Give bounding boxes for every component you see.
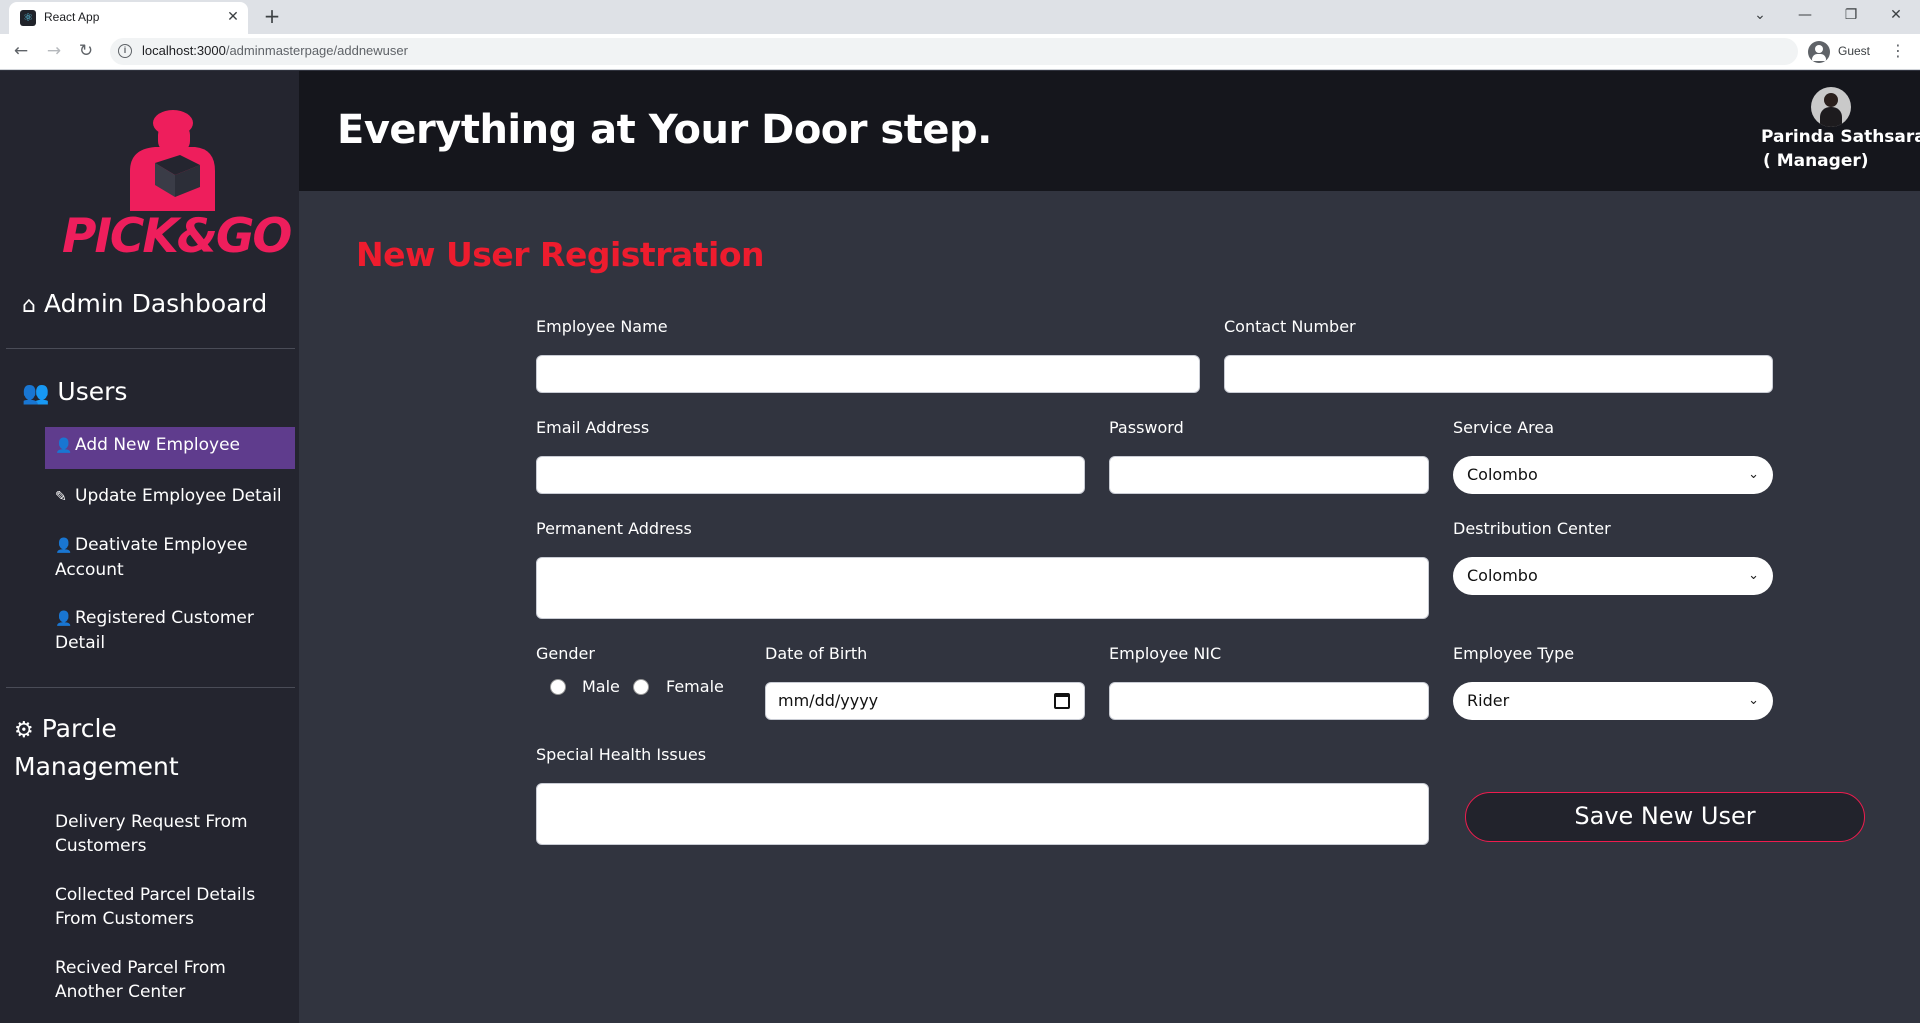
sidebar-item-label: Registered Customer Detail [55, 608, 254, 653]
sidebar-item-label: Delivery Request From Customers [55, 812, 248, 856]
sidebar-divider [6, 687, 295, 688]
browser-menu-icon[interactable]: ⋮ [1890, 40, 1906, 64]
chevron-down-icon: ⌄ [1748, 568, 1759, 583]
avatar[interactable] [1811, 87, 1851, 127]
browser-tab[interactable]: ⚛ React App ✕ [9, 2, 248, 34]
user-minus-icon: 👤 [55, 538, 73, 554]
sidebar-item-received-parcel[interactable]: Recived Parcel From Another Center [55, 956, 290, 1004]
reload-icon[interactable]: ↻ [74, 40, 98, 64]
employee-type-select[interactable]: Rider ⌄ [1453, 682, 1773, 720]
back-arrow-icon[interactable]: ← [9, 40, 33, 64]
logo-text: PICK&GO [62, 209, 292, 264]
edit-icon: ✎ [55, 489, 67, 505]
service-area-label: Service Area [1453, 418, 1555, 437]
gender-label: Gender [536, 644, 595, 663]
users-heading: 👥 Users [22, 377, 127, 406]
distribution-center-select[interactable]: Colombo ⌄ [1453, 557, 1773, 595]
admin-dashboard-label: Admin Dashboard [43, 289, 268, 318]
gender-female-radio[interactable] [633, 679, 649, 695]
url-text[interactable]: localhost:3000/adminmasterpage/addnewuse… [142, 43, 408, 58]
minimize-button[interactable]: — [1790, 4, 1820, 28]
browser-toolbar: ← → ↻ i localhost:3000/adminmasterpage/a… [0, 34, 1920, 70]
dob-label: Date of Birth [765, 644, 868, 663]
admin-dashboard-link[interactable]: ⌂ Admin Dashboard [22, 289, 267, 318]
health-issues-label: Special Health Issues [536, 745, 707, 764]
pickgo-logo: PICK&GO [55, 101, 292, 266]
browser-tab-strip: ⚛ React App ✕ + ⌄ — ❐ ✕ [0, 0, 1920, 34]
sidebar-item-registered-customer[interactable]: 👤 Registered Customer Detail [55, 606, 270, 655]
employee-name-input[interactable] [536, 355, 1200, 393]
parcel-heading-label: Parcle Management [14, 714, 179, 781]
date-of-birth-input[interactable]: mm/dd/yyyy [765, 682, 1085, 720]
distribution-center-value: Colombo [1467, 566, 1538, 585]
form-title: New User Registration [356, 235, 765, 274]
sidebar-divider [6, 348, 295, 349]
profile-label: Guest [1838, 44, 1871, 58]
gender-male-radio[interactable] [550, 679, 566, 695]
gear-icon: ⚙ [14, 718, 34, 743]
restore-button[interactable]: ❐ [1836, 4, 1866, 28]
employee-nic-input[interactable] [1109, 682, 1429, 720]
sidebar-item-deactivate-employee[interactable]: 👤 Deativate Employee Account [55, 533, 255, 582]
sidebar-item-update-employee[interactable]: ✎ Update Employee Detail [55, 484, 305, 509]
calendar-icon[interactable] [1054, 693, 1070, 709]
save-new-user-button[interactable]: Save New User [1465, 792, 1865, 842]
sidebar-item-label: Recived Parcel From Another Center [55, 958, 226, 1002]
sidebar-item-label: Update Employee Detail [75, 486, 282, 506]
page-tagline: Everything at Your Door step. [337, 107, 992, 153]
parcel-management-heading: ⚙ Parcle Management [14, 711, 254, 785]
users-heading-label: Users [57, 377, 128, 406]
tab-close-icon[interactable]: ✕ [223, 7, 243, 27]
top-header: Everything at Your Door step. Parinda Sa… [299, 71, 1920, 191]
health-issues-textarea[interactable] [536, 783, 1429, 845]
chevron-down-icon: ⌄ [1748, 693, 1759, 708]
sidebar-item-collected-parcel[interactable]: Collected Parcel Details From Customers [55, 883, 260, 931]
main-content: New User Registration Employee Name Cont… [299, 191, 1920, 1023]
email-label: Email Address [536, 418, 650, 437]
permanent-address-textarea[interactable] [536, 557, 1429, 619]
user-name: Parinda Sathsara [1761, 127, 1920, 147]
account-circle-icon [1808, 41, 1830, 63]
password-label: Password [1109, 418, 1184, 437]
distribution-center-label: Destribution Center [1453, 519, 1611, 538]
password-input[interactable] [1109, 456, 1429, 494]
chevron-down-icon: ⌄ [1748, 467, 1759, 482]
address-bar[interactable]: i localhost:3000/adminmasterpage/addnewu… [110, 38, 1798, 65]
contact-number-label: Contact Number [1224, 317, 1356, 336]
sidebar: PICK&GO ⌂ Admin Dashboard 👥 Users 👤 Add New… [0, 71, 299, 1023]
sidebar-item-label: Deativate Employee Account [55, 535, 248, 580]
sidebar-item-label: Collected Parcel Details From Customers [55, 885, 256, 929]
gender-female-label: Female [666, 677, 724, 696]
tab-search-icon[interactable]: ⌄ [1745, 4, 1775, 28]
sidebar-item-delivery-request[interactable]: Delivery Request From Customers [55, 810, 260, 858]
employee-nic-label: Employee NIC [1109, 644, 1222, 663]
react-favicon-icon: ⚛ [20, 10, 36, 26]
sidebar-item-label: Add New Employee [75, 435, 240, 455]
close-window-button[interactable]: ✕ [1881, 4, 1911, 28]
new-tab-button[interactable]: + [260, 5, 284, 29]
delivery-man-logo-icon [130, 110, 215, 211]
service-area-select[interactable]: Colombo ⌄ [1453, 456, 1773, 494]
service-area-value: Colombo [1467, 465, 1538, 484]
user-check-icon: 👤 [55, 611, 73, 627]
tab-title: React App [44, 10, 100, 24]
user-plus-icon: 👤 [55, 438, 73, 454]
users-icon: 👥 [22, 381, 50, 406]
url-path: /adminmasterpage/addnewuser [225, 43, 408, 58]
gender-male-label: Male [582, 677, 620, 696]
url-host: localhost:3000 [142, 43, 226, 58]
home-icon: ⌂ [22, 293, 36, 318]
contact-number-input[interactable] [1224, 355, 1773, 393]
sidebar-item-add-new-employee[interactable]: 👤 Add New Employee [45, 427, 295, 469]
forward-arrow-icon[interactable]: → [42, 40, 66, 64]
site-info-icon[interactable]: i [118, 44, 132, 58]
email-input[interactable] [536, 456, 1085, 494]
user-role: ( Manager) [1763, 151, 1869, 171]
employee-type-label: Employee Type [1453, 644, 1575, 663]
employee-type-value: Rider [1467, 691, 1510, 710]
dob-placeholder: mm/dd/yyyy [778, 691, 879, 710]
permanent-address-label: Permanent Address [536, 519, 692, 538]
employee-name-label: Employee Name [536, 317, 668, 336]
